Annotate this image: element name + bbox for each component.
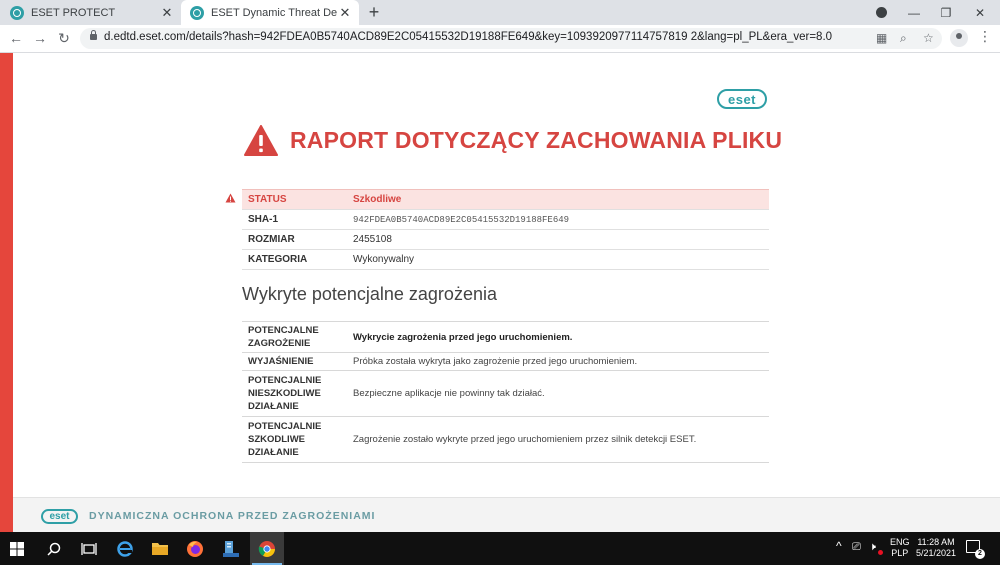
language-indicator[interactable]: ENG PLP [890, 537, 910, 559]
explanation-value: Próbka została wykryta jako zagrożenie p… [347, 352, 769, 371]
tab-eset-dynamic-threat-defence[interactable]: ESET Dynamic Threat Defence – ✕ [181, 0, 359, 25]
clock-time: 11:28 AM [917, 537, 955, 547]
volume-mute-badge-icon [878, 550, 883, 555]
clock-date: 5/21/2021 [916, 548, 957, 558]
red-side-bar [0, 53, 13, 532]
tab-title: ESET Dynamic Threat Defence – [211, 6, 337, 19]
windows-start-icon[interactable] [0, 532, 34, 565]
tab-eset-protect[interactable]: ESET PROTECT ✕ [0, 0, 181, 25]
threats-table: POTENCJALNE ZAGROŻENIE Wykrycie zagrożen… [242, 321, 769, 463]
eset-favicon-icon [190, 5, 204, 20]
task-view-icon[interactable] [72, 532, 106, 565]
malicious-behavior-value: Zagrożenie zostało wykryte przed jego ur… [347, 416, 769, 463]
keyboard-layout: PLP [891, 548, 909, 558]
table-row: STATUS Szkodliwe [242, 189, 769, 210]
zoom-icon[interactable]: ⌕ [900, 31, 907, 46]
eset-footer-logo: eset [41, 509, 78, 524]
language-code: ENG [890, 537, 910, 547]
reload-icon[interactable]: ↻ [54, 29, 74, 47]
windows-taskbar: ^ ⎚ 🕨 ENG PLP 11:28 AM 5/21/2021 2 [0, 532, 1000, 565]
minimize-icon[interactable]: — [900, 0, 928, 25]
status-warning-icon [225, 193, 236, 203]
warning-icon [244, 125, 278, 156]
close-window-icon[interactable]: ✕ [966, 0, 994, 25]
malicious-behavior-label: POTENCJALNIE SZKODLIWE DZIAŁANIE [242, 416, 347, 463]
status-label: STATUS [242, 189, 347, 210]
footer-text: DYNAMICZNA OCHRONA PRZED ZAGROŻENIAMI [89, 510, 376, 522]
url-text[interactable]: d.edtd.eset.com/details?hash=942FDEA0B57… [104, 31, 832, 43]
browser-tab-strip: ESET PROTECT ✕ ESET Dynamic Threat Defen… [0, 0, 1000, 25]
forward-icon[interactable]: → [30, 29, 50, 47]
network-icon[interactable]: ⎚ [852, 542, 861, 553]
status-value: Szkodliwe [347, 189, 769, 210]
menu-kebab-icon[interactable]: ⋮ [978, 28, 992, 45]
file-info-table: STATUS Szkodliwe SHA-1 942FDEA0B5740ACD8… [242, 189, 769, 270]
benign-behavior-label: POTENCJALNIE NIESZKODLIWE DZIAŁANIE [242, 370, 347, 417]
volume-icon[interactable]: 🕨 [869, 542, 876, 553]
table-row: ROZMIAR 2455108 [242, 229, 769, 250]
back-icon[interactable]: ← [6, 29, 26, 47]
chrome-profile-icon[interactable] [876, 7, 887, 18]
file-explorer-icon[interactable] [143, 532, 177, 565]
table-row: KATEGORIA Wykonywalny [242, 249, 769, 270]
category-value: Wykonywalny [347, 249, 769, 270]
table-row: POTENCJALNE ZAGROŻENIE Wykrycie zagrożen… [242, 321, 769, 353]
size-label: ROZMIAR [242, 229, 347, 250]
table-row: WYJAŚNIENIE Próbka została wykryta jako … [242, 352, 769, 371]
internet-explorer-icon[interactable] [108, 532, 142, 565]
firefox-icon[interactable] [178, 532, 212, 565]
category-label: KATEGORIA [242, 249, 347, 270]
address-bar[interactable]: d.edtd.eset.com/details?hash=942FDEA0B57… [80, 28, 942, 49]
sha1-label: SHA-1 [242, 209, 347, 230]
close-tab-icon[interactable]: ✕ [159, 5, 175, 21]
table-row: POTENCJALNIE SZKODLIWE DZIAŁANIE Zagroże… [242, 416, 769, 463]
tab-title: ESET PROTECT [31, 6, 116, 19]
new-tab-icon[interactable]: + [364, 2, 384, 23]
server-manager-icon[interactable] [214, 532, 248, 565]
show-hidden-icons-icon[interactable]: ^ [836, 540, 842, 552]
restore-icon[interactable]: ❐ [932, 0, 960, 25]
browser-toolbar: ← → ↻ d.edtd.eset.com/details?hash=942FD… [0, 25, 1000, 53]
benign-behavior-value: Bezpieczne aplikacje nie powinny tak dzi… [347, 370, 769, 417]
eset-logo: eset [717, 89, 767, 109]
notification-count-badge: 2 [975, 549, 985, 559]
table-row: SHA-1 942FDEA0B5740ACD89E2C05415532D1918… [242, 209, 769, 230]
qr-code-icon[interactable]: ▦ [876, 31, 887, 45]
page-title: RAPORT DOTYCZĄCY ZACHOWANIA PLIKU [290, 127, 783, 153]
account-icon[interactable] [950, 29, 968, 47]
threat-value: Wykrycie zagrożenia przed jego uruchomie… [347, 321, 769, 353]
section-title: Wykryte potencjalne zagrożenia [242, 284, 497, 304]
page-footer: eset DYNAMICZNA OCHRONA PRZED ZAGROŻENIA… [13, 497, 1000, 533]
clock[interactable]: 11:28 AM 5/21/2021 [916, 537, 956, 559]
sha1-value: 942FDEA0B5740ACD89E2C05415532D19188FE649 [347, 209, 769, 230]
search-icon[interactable] [37, 532, 71, 565]
size-value: 2455108 [347, 229, 769, 250]
threat-label: POTENCJALNE ZAGROŻENIE [242, 321, 347, 353]
lock-icon[interactable] [90, 30, 97, 40]
bookmark-star-icon[interactable]: ☆ [923, 31, 934, 45]
close-tab-icon[interactable]: ✕ [337, 5, 353, 21]
chrome-taskbar-icon[interactable] [250, 532, 284, 565]
table-row: POTENCJALNIE NIESZKODLIWE DZIAŁANIE Bezp… [242, 370, 769, 417]
explanation-label: WYJAŚNIENIE [242, 352, 347, 371]
eset-favicon-icon [10, 5, 24, 20]
